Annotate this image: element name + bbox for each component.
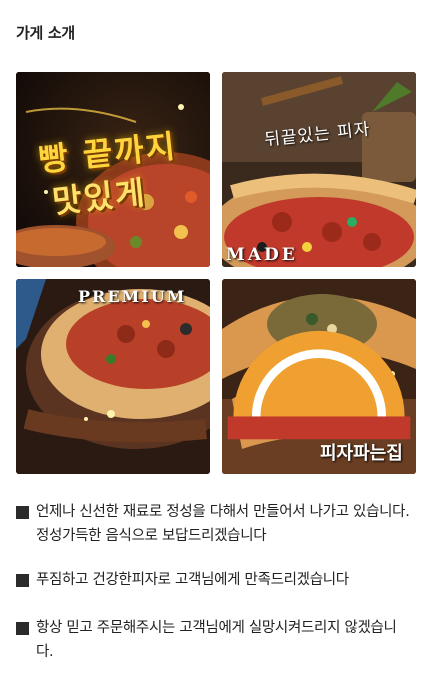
- promo-photo-premium[interactable]: PREMIUM: [16, 279, 210, 474]
- square-bullet-icon: [16, 622, 29, 635]
- note-text: 항상 믿고 주문해주시는 고객님에게 실망시켜드리지 않겠습니다.: [36, 620, 397, 660]
- promo-caption-line2: 맛있게: [50, 173, 149, 221]
- store-photo-grid: 빵 끝까지 맛있게 뒤끝있는 피자 MADE PREMIUM 피자파는집: [16, 72, 416, 474]
- note-text: 언제나 신선한 재료로 정성을 다해서 만들어서 나가고 있습니다. 정성가득한…: [36, 504, 410, 544]
- premium-caption: PREMIUM: [78, 287, 187, 306]
- square-bullet-icon: [16, 506, 29, 519]
- note-text: 푸짐하고 건강한피자로 고객님에게 만족드리겠습니다: [36, 572, 349, 588]
- promo-photo-pizza-edge[interactable]: 빵 끝까지 맛있게: [16, 72, 210, 267]
- premium-pizza-illustration: [16, 279, 210, 474]
- made-stamp: MADE: [226, 245, 298, 265]
- store-brand-name: 피자파는집: [320, 443, 403, 464]
- square-bullet-icon: [16, 574, 29, 587]
- section-title: 가게 소개: [16, 24, 75, 42]
- stuffed-crust-illustration: [222, 72, 416, 267]
- promo-photo-stuffed-crust[interactable]: 뒤끝있는 피자 MADE: [222, 72, 416, 267]
- promo-photo-calzone[interactable]: 피자파는집: [222, 279, 416, 474]
